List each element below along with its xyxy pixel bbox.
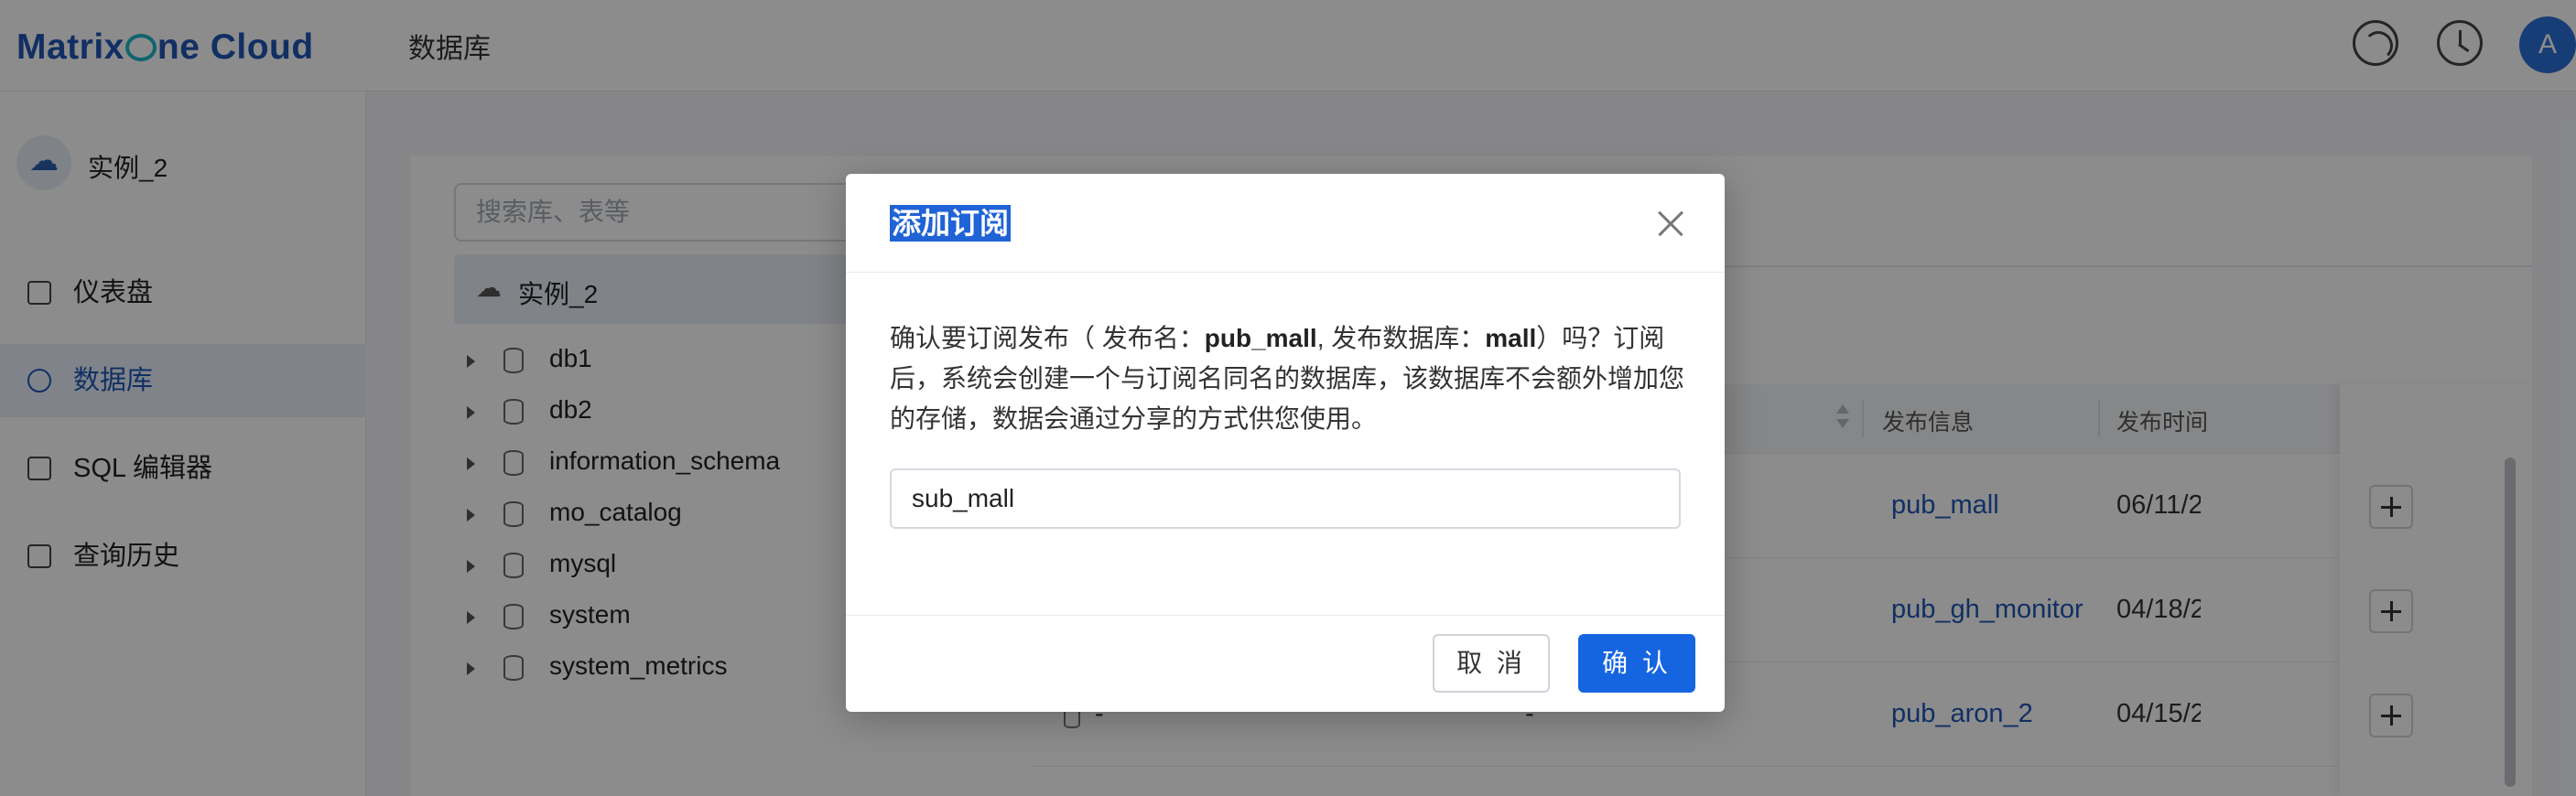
close-icon[interactable]: [1651, 203, 1692, 243]
confirm-button[interactable]: 确 认: [1578, 634, 1695, 693]
dialog-message: 确认要订阅发布（ 发布名：pub_mall, 发布数据库：mall）吗？订阅后，…: [890, 318, 1686, 439]
message-mid: , 发布数据库：: [1316, 324, 1486, 352]
dialog-footer: 取 消 确 认: [846, 615, 1725, 712]
dialog-title: 添加订阅: [890, 205, 1012, 242]
cancel-button[interactable]: 取 消: [1433, 634, 1550, 693]
dialog-header: 添加订阅: [846, 174, 1725, 273]
subscription-name-input[interactable]: [890, 468, 1681, 529]
publication-name: pub_mall: [1204, 324, 1317, 352]
add-subscription-dialog: 添加订阅 确认要订阅发布（ 发布名：pub_mall, 发布数据库：mall）吗…: [846, 174, 1725, 712]
database-name: mall: [1485, 324, 1537, 352]
message-prefix: 确认要订阅发布（ 发布名：: [890, 324, 1205, 352]
